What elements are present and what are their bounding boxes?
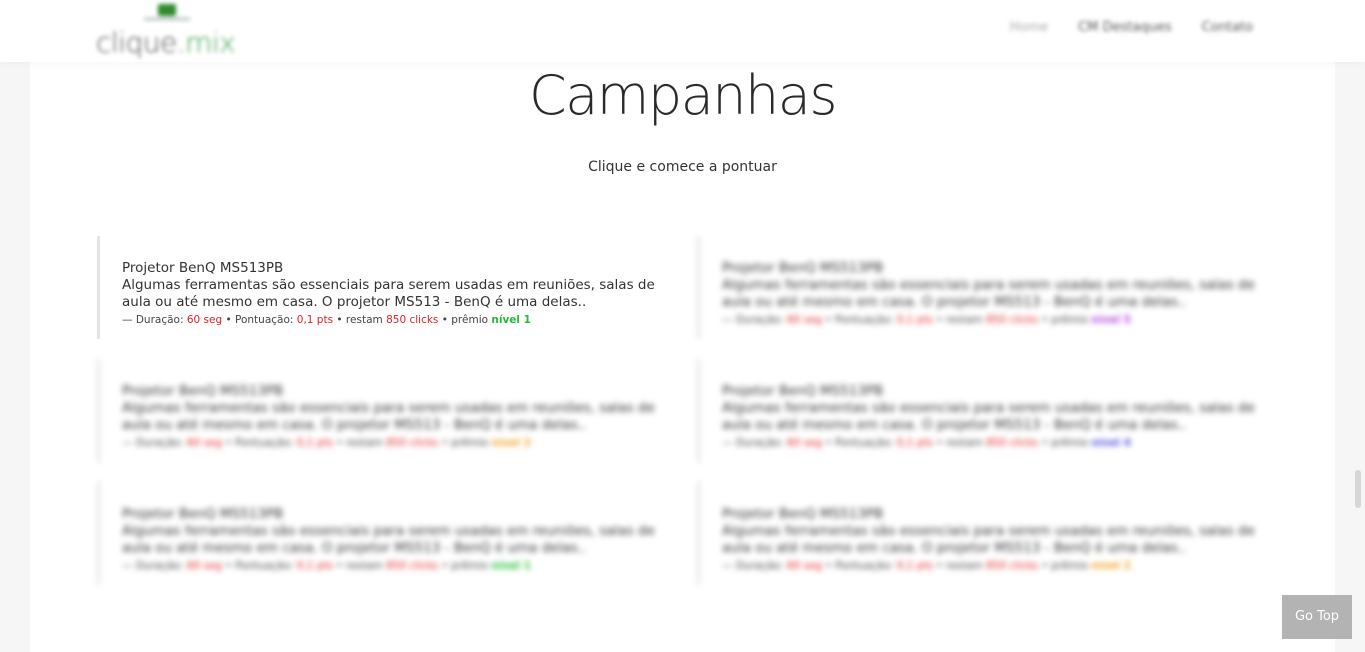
campaign-title: Projetor BenQ MS513PB (722, 506, 884, 522)
meta-prize-label: • prêmio (1038, 437, 1092, 449)
logo-text-accent: mix (185, 26, 236, 59)
logo-text-main: clique. (96, 26, 186, 59)
meta-duration-label: — Duração: (722, 314, 787, 326)
meta-duration-label: — Duração: (122, 437, 187, 449)
campaign-prize: nível 4 (1091, 437, 1131, 449)
meta-points-label: • Pontuação: (822, 437, 897, 449)
campaign-description: Algumas ferramentas são essenciais para … (722, 523, 1255, 556)
campaign-points: 0,1 pts (296, 314, 334, 326)
campaign-title: Projetor BenQ MS513PB (122, 506, 284, 522)
go-top-button[interactable]: Go Top (1282, 595, 1352, 639)
campaign-duration: 60 seg (786, 437, 823, 449)
meta-prize-label: • prêmio (1038, 314, 1092, 326)
nav-item-contato[interactable]: Contato (1202, 20, 1253, 35)
campaign-prize: nível 1 (491, 560, 531, 572)
meta-points-label: • Pontuação: (222, 437, 297, 449)
campaign-description: Algumas ferramentas são essenciais para … (122, 523, 655, 556)
meta-points-label: • Pontuação: (822, 560, 897, 572)
campaign-title: Projetor BenQ MS513PB (122, 383, 284, 399)
campaign-duration: 60 seg (186, 560, 223, 572)
meta-points-label: • Pontuação: (222, 560, 297, 572)
meta-remaining-label: • restam (933, 314, 987, 326)
campaign-card[interactable]: Projetor BenQ MS513PB Algumas ferramenta… (97, 236, 657, 339)
meta-prize-label: • prêmio (438, 560, 492, 572)
page: clique.mix Home CM Destaques Contato Cam… (0, 0, 1365, 652)
campaign-description: Algumas ferramentas são essenciais para … (122, 400, 655, 433)
meta-points-label: • Pontuação: (822, 314, 897, 326)
campaign-description: Algumas ferramentas são essenciais para … (722, 400, 1255, 433)
meta-points-label: • Pontuação: (222, 314, 297, 326)
page-title: Campanhas (529, 64, 837, 127)
campaign-remaining: 850 clicks (986, 314, 1039, 326)
campaign-points: 0,1 pts (296, 437, 334, 449)
campaign-remaining: 850 clicks (386, 437, 439, 449)
campaign-card[interactable]: Projetor BenQ MS513PB Algumas ferramenta… (97, 482, 657, 585)
campaign-card[interactable]: Projetor BenQ MS513PB Algumas ferramenta… (97, 359, 657, 462)
meta-remaining-label: • restam (333, 314, 387, 326)
meta-prize-label: • prêmio (1038, 560, 1092, 572)
campaign-meta: — Duração: 60 seg • Pontuação: 0,1 pts •… (122, 313, 657, 327)
campaign-remaining: 850 clicks (986, 560, 1039, 572)
campaign-duration: 60 seg (786, 560, 823, 572)
campaign-title: Projetor BenQ MS513PB (722, 260, 884, 276)
campaign-points: 0,1 pts (896, 314, 934, 326)
campaign-points: 0,1 pts (896, 560, 934, 572)
meta-duration-label: — Duração: (122, 314, 187, 326)
campaign-description: Algumas ferramentas são essenciais para … (122, 277, 655, 310)
meta-remaining-label: • restam (333, 560, 387, 572)
campaign-card[interactable]: Projetor BenQ MS513PB Algumas ferramenta… (697, 236, 1257, 339)
campaign-card[interactable]: Projetor BenQ MS513PB Algumas ferramenta… (697, 359, 1257, 462)
site-logo[interactable]: clique.mix (96, 2, 246, 62)
nav-item-home[interactable]: Home (1010, 20, 1048, 35)
campaign-points: 0,1 pts (896, 437, 934, 449)
meta-prize-label: • prêmio (438, 437, 492, 449)
main-nav: Home CM Destaques Contato (1010, 20, 1253, 35)
campaign-remaining: 850 clicks (986, 437, 1039, 449)
campaign-title: Projetor BenQ MS513PB (722, 383, 884, 399)
campaign-prize: nível 2 (1091, 560, 1131, 572)
campaign-remaining: 850 clicks (386, 560, 439, 572)
campaign-prize: nível 1 (491, 314, 531, 326)
meta-duration-label: — Duração: (122, 560, 187, 572)
campaign-prize: nível 2 (491, 437, 531, 449)
campaign-duration: 60 seg (786, 314, 823, 326)
campaign-remaining: 850 clicks (386, 314, 439, 326)
meta-remaining-label: • restam (933, 560, 987, 572)
campaign-prize: nível 5 (1091, 314, 1131, 326)
scrollbar-thumb[interactable] (1355, 470, 1361, 508)
campaign-meta: — Duração: 60 seg • Pontuação: 0,1 pts •… (122, 559, 657, 573)
campaign-duration: 60 seg (186, 314, 223, 326)
meta-duration-label: — Duração: (722, 560, 787, 572)
logo-text: clique.mix (96, 26, 236, 59)
page-subtitle: Clique e comece a pontuar (588, 159, 777, 175)
nav-item-cm-destaques[interactable]: CM Destaques (1078, 20, 1172, 35)
meta-duration-label: — Duração: (722, 437, 787, 449)
campaign-card[interactable]: Projetor BenQ MS513PB Algumas ferramenta… (697, 482, 1257, 585)
meta-prize-label: • prêmio (438, 314, 492, 326)
campaign-points: 0,1 pts (296, 560, 334, 572)
campaign-meta: — Duração: 60 seg • Pontuação: 0,1 pts •… (122, 436, 657, 450)
campaign-description: Algumas ferramentas são essenciais para … (722, 277, 1255, 310)
campaign-meta: — Duração: 60 seg • Pontuação: 0,1 pts •… (722, 313, 1257, 327)
campaign-meta: — Duração: 60 seg • Pontuação: 0,1 pts •… (722, 436, 1257, 450)
logo-icon (144, 4, 190, 20)
campaign-meta: — Duração: 60 seg • Pontuação: 0,1 pts •… (722, 559, 1257, 573)
campaign-title: Projetor BenQ MS513PB (122, 260, 284, 276)
campaign-duration: 60 seg (186, 437, 223, 449)
meta-remaining-label: • restam (333, 437, 387, 449)
meta-remaining-label: • restam (933, 437, 987, 449)
site-header: clique.mix Home CM Destaques Contato (0, 0, 1365, 62)
